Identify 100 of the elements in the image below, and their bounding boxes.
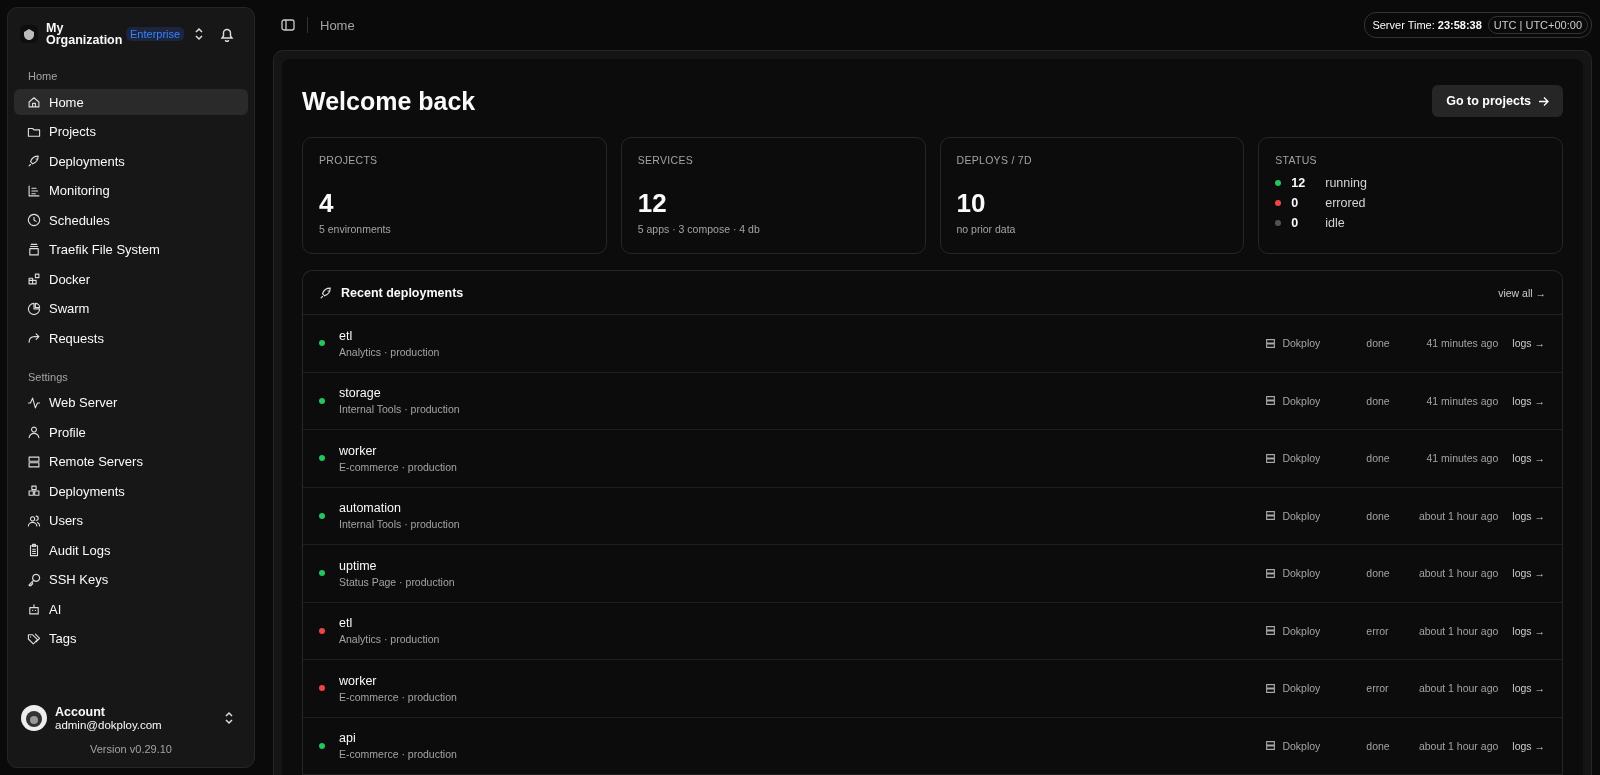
server-name: Dokploy	[1282, 452, 1321, 465]
service-name: worker	[339, 673, 378, 688]
status-count: 12	[1291, 176, 1307, 190]
deployment-row[interactable]: api E-commerce · production Dokploy done about 1 hour ago logs →	[303, 717, 1562, 775]
logs-link[interactable]: logs →	[1512, 682, 1545, 695]
project-environment: E-commerce · production	[339, 748, 458, 761]
boxes-icon	[27, 484, 41, 498]
bell-icon[interactable]	[220, 26, 234, 42]
server-icon	[1265, 625, 1277, 637]
nav-item[interactable]: AI	[14, 596, 248, 622]
nav-item[interactable]: Traefik File System	[14, 236, 248, 263]
clock-icon	[27, 213, 41, 227]
sidebar-toggle-icon[interactable]	[281, 18, 295, 32]
nav-item[interactable]: Projects	[14, 118, 248, 145]
stat-label: DEPLOYS / 7D	[956, 154, 1033, 166]
deployment-status: error	[1366, 682, 1390, 695]
logs-link[interactable]: logs →	[1512, 739, 1545, 752]
deployment-status: done	[1366, 394, 1391, 407]
user-icon	[27, 425, 41, 439]
status-label: idle	[1325, 216, 1345, 230]
stat-label: STATUS	[1275, 154, 1318, 166]
server-icon	[1265, 567, 1277, 579]
logs-link[interactable]: logs →	[1512, 509, 1545, 522]
deployment-row[interactable]: worker E-commerce · production Dokploy done 41 minutes ago logs →	[303, 430, 1562, 488]
service-name: api	[339, 731, 357, 746]
view-all-link[interactable]: view all →	[1498, 286, 1546, 299]
deployment-row[interactable]: worker E-commerce · production Dokploy error about 1 hour ago logs →	[303, 660, 1562, 718]
chevrons-icon[interactable]	[194, 27, 205, 41]
deployment-row[interactable]: etl Analytics · production Dokploy error about 1 hour ago logs →	[303, 602, 1562, 660]
plan-badge: Enterprise	[126, 27, 185, 41]
page-title: Welcome back	[302, 86, 476, 116]
server-name: Dokploy	[1282, 624, 1321, 637]
deployment-time: about 1 hour ago	[1418, 509, 1499, 522]
nav-item[interactable]: Monitoring	[14, 177, 248, 204]
nav-item[interactable]: Docker	[14, 266, 248, 292]
nav-item[interactable]: Remote Servers	[14, 448, 248, 475]
server-name: Dokploy	[1282, 509, 1321, 522]
nav-item[interactable]: Users	[14, 507, 248, 534]
deployment-time: about 1 hour ago	[1418, 624, 1499, 637]
logs-link[interactable]: logs →	[1512, 624, 1545, 637]
deployment-row[interactable]: storage Internal Tools · production Dokploy done 41 minutes ago logs →	[303, 372, 1562, 430]
nav-item[interactable]: Profile	[14, 419, 248, 445]
project-environment: Analytics · production	[339, 633, 441, 646]
nav-item[interactable]: Deployments	[14, 478, 248, 504]
stat-value: 4	[319, 188, 335, 219]
service-name: etl	[339, 616, 354, 631]
deployment-time: about 1 hour ago	[1418, 567, 1499, 580]
logs-link[interactable]: logs →	[1512, 567, 1545, 580]
deployment-status: done	[1366, 567, 1391, 580]
nav-item[interactable]: Deployments	[14, 148, 248, 174]
nav-item[interactable]: Requests	[14, 325, 248, 351]
deployment-row[interactable]: etl Analytics · production Dokploy done 41 minutes ago logs →	[303, 315, 1562, 373]
chevrons-icon	[224, 711, 234, 725]
account-menu[interactable]: Account admin@dokploy.com	[8, 695, 254, 739]
stat-detail: 5 environments	[319, 223, 392, 235]
nav-item[interactable]: Swarm	[14, 295, 248, 322]
stat-detail: 5 apps · 3 compose · 4 db	[637, 223, 761, 235]
nav-item[interactable]: Tags	[14, 625, 248, 652]
server-time-label: Server Time: 23:58:38	[1372, 19, 1482, 31]
nav-item[interactable]: Audit Logs	[14, 537, 248, 563]
deployment-time: about 1 hour ago	[1418, 682, 1499, 695]
nav-item[interactable]: Web Server	[14, 389, 248, 416]
deployment-row[interactable]: uptime Status Page · production Dokploy done about 1 hour ago logs →	[303, 545, 1562, 603]
project-environment: Internal Tools · production	[339, 403, 461, 416]
breadcrumb[interactable]: Home	[320, 17, 355, 33]
panel-title: Recent deployments	[341, 285, 464, 300]
nav-item[interactable]: Schedules	[14, 207, 248, 233]
status-label: errored	[1325, 196, 1366, 210]
project-environment: E-commerce · production	[339, 690, 458, 703]
nav-item[interactable]: Home	[14, 89, 248, 115]
logs-link[interactable]: logs →	[1512, 394, 1545, 407]
server-name: Dokploy	[1282, 394, 1321, 407]
service-name: worker	[339, 443, 378, 458]
project-environment: Internal Tools · production	[339, 518, 461, 531]
server-icon	[1265, 337, 1277, 349]
server-name: Dokploy	[1282, 739, 1321, 752]
server-icon	[1265, 510, 1277, 522]
key-icon	[27, 572, 41, 587]
deployment-status: done	[1366, 337, 1391, 350]
go-to-projects-button[interactable]: Go to projects	[1432, 85, 1563, 117]
deployment-status: error	[1366, 624, 1390, 637]
pie-icon	[27, 301, 41, 316]
logs-link[interactable]: logs →	[1512, 337, 1545, 350]
stack-icon	[27, 242, 41, 257]
server-icon	[1265, 395, 1277, 407]
service-name: automation	[339, 501, 402, 516]
chart-icon	[27, 183, 41, 198]
clipboard-icon	[27, 543, 41, 557]
bot-icon	[27, 602, 41, 616]
deployment-time: 41 minutes ago	[1425, 394, 1499, 407]
deployment-status: done	[1366, 739, 1391, 752]
version-label: Version v0.29.10	[89, 742, 173, 757]
users-icon	[27, 513, 41, 528]
logs-link[interactable]: logs →	[1512, 452, 1545, 465]
server-name: Dokploy	[1282, 682, 1321, 695]
nav-item[interactable]: SSH Keys	[14, 566, 248, 593]
deployment-row[interactable]: automation Internal Tools · production Dokploy done about 1 hour ago logs →	[303, 487, 1562, 545]
deployment-time: about 1 hour ago	[1418, 739, 1499, 752]
activity-icon	[27, 395, 41, 410]
status-count: 0	[1291, 196, 1300, 210]
